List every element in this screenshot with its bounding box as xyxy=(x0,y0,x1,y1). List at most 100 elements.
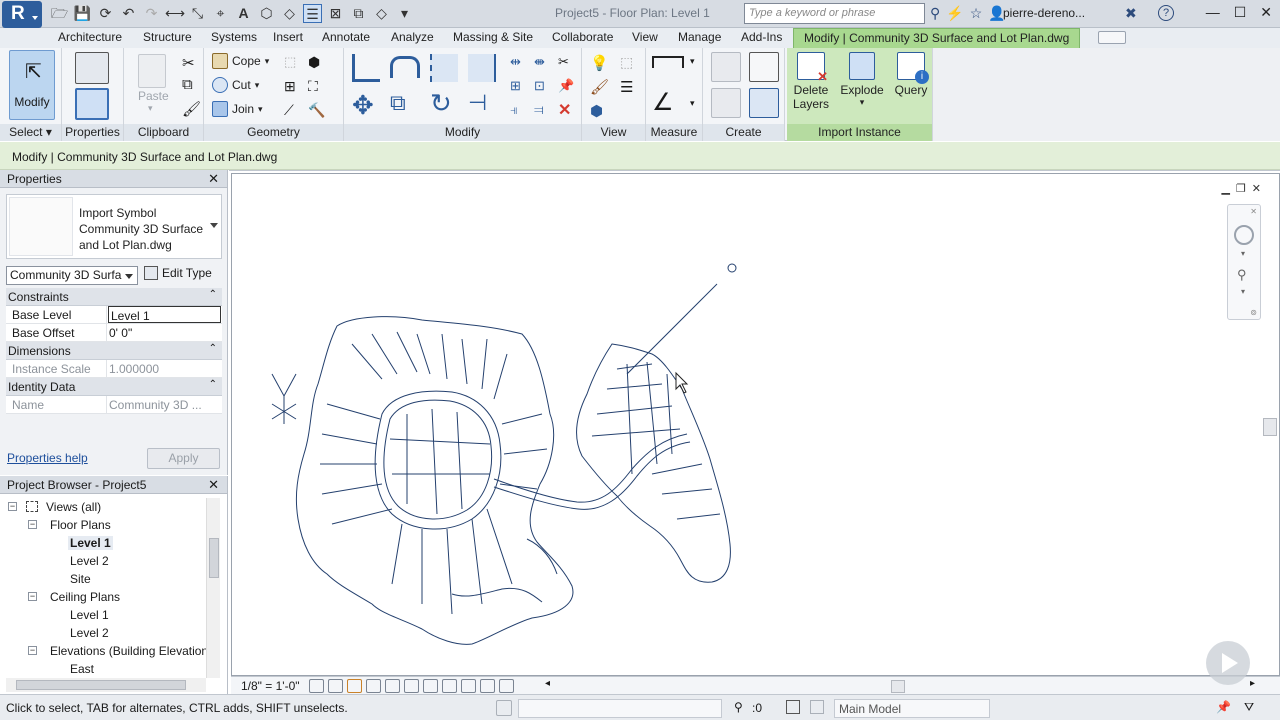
collapse-toggle-icon[interactable]: − xyxy=(8,502,17,511)
rotate-icon[interactable]: ↻ xyxy=(430,88,452,119)
view-minimize-icon[interactable]: ▁ xyxy=(1221,182,1229,195)
zoom-icon[interactable]: ⚲ xyxy=(1237,267,1247,283)
panel-select-label[interactable]: Select ▾ xyxy=(0,124,61,141)
scroll-right-arrow-icon[interactable]: ▸ xyxy=(1250,678,1255,689)
base-offset-field[interactable]: 0' 0" xyxy=(107,324,222,341)
tab-view[interactable]: View xyxy=(632,30,658,44)
measure-qat-icon[interactable]: ⟷ xyxy=(165,4,185,23)
pin-icon[interactable]: 📌 xyxy=(558,78,574,94)
dimension-arrow-icon[interactable]: ▾ xyxy=(690,98,695,109)
move-icon[interactable]: ✥ xyxy=(352,90,374,121)
3d-view-icon[interactable]: ⬡ xyxy=(257,4,276,23)
project-browser-close-icon[interactable]: ✕ xyxy=(208,477,219,493)
type-properties-icon[interactable] xyxy=(75,52,109,84)
type-dropdown-arrow-icon[interactable] xyxy=(210,223,218,228)
tab-manage[interactable]: Manage xyxy=(678,30,721,44)
detail-level-icon[interactable] xyxy=(309,679,324,693)
join-button[interactable]: Join ▾ xyxy=(212,101,263,117)
close-hidden-icon[interactable]: ⊠ xyxy=(326,4,345,23)
tree-item-east[interactable]: East xyxy=(6,660,206,678)
tree-item-site[interactable]: Site xyxy=(6,570,206,588)
redo-icon[interactable]: ↷ xyxy=(142,4,161,23)
scale-icon[interactable]: ⊡ xyxy=(534,78,545,94)
sync-icon[interactable]: ⟳ xyxy=(96,4,115,23)
filter-icon[interactable]: ⛛ xyxy=(1244,700,1254,715)
select-links-icon[interactable] xyxy=(810,700,824,714)
create-similar-icon[interactable] xyxy=(749,88,779,118)
exchange-apps-icon[interactable]: ✖ xyxy=(1125,5,1137,22)
split-icon[interactable]: ⇹ xyxy=(510,54,521,70)
override-graphics-icon[interactable]: ⬚ xyxy=(620,54,633,71)
reveal-hidden-icon[interactable] xyxy=(442,679,457,693)
tab-collaborate[interactable]: Collaborate xyxy=(552,30,613,44)
search-input[interactable]: Type a keyword or phrase xyxy=(744,3,925,24)
default-3d-icon[interactable]: ◇ xyxy=(372,4,391,23)
scroll-thumb[interactable] xyxy=(891,680,905,693)
scroll-thumb[interactable] xyxy=(16,680,186,690)
text-icon[interactable]: A xyxy=(234,4,253,23)
instance-filter-dropdown[interactable]: Community 3D Surfa xyxy=(6,266,138,285)
shadows-icon[interactable] xyxy=(366,679,381,693)
trim-extend-icon[interactable]: ⊣ xyxy=(468,90,487,116)
hide-in-view-icon[interactable]: 💡 xyxy=(590,54,609,72)
mirror-draw-icon[interactable] xyxy=(468,54,496,82)
tab-analyze[interactable]: Analyze xyxy=(391,30,434,44)
navbar-options-icon[interactable]: ⊚ xyxy=(1250,308,1257,317)
filter-icon[interactable]: ⬢ xyxy=(590,102,603,120)
edit-type-button[interactable]: Edit Type xyxy=(144,266,212,280)
match-type-icon[interactable]: 🖌 xyxy=(182,100,201,118)
temporary-hide-icon[interactable] xyxy=(423,679,438,693)
view-window[interactable]: ▁ ❐ ✕ ✕ ▾ ⚲ ▾ ⊚ xyxy=(231,173,1280,676)
split-face-icon[interactable]: ⬚ xyxy=(284,54,296,70)
delete-icon[interactable]: ✕ xyxy=(558,100,571,120)
user-name[interactable]: pierre-dereno... xyxy=(1003,6,1085,20)
copy-icon[interactable]: ⧉ xyxy=(390,90,406,116)
view-close-icon[interactable]: ✕ xyxy=(1252,182,1261,195)
crop-view-icon[interactable] xyxy=(385,679,400,693)
tag-icon[interactable]: ⌖ xyxy=(211,4,230,23)
close-icon[interactable]: ✕ xyxy=(1260,4,1272,21)
worksharing-icon[interactable] xyxy=(496,700,512,716)
tab-structure[interactable]: Structure xyxy=(143,30,192,44)
demolish-icon[interactable]: ⛶ xyxy=(308,78,318,95)
collapse-toggle-icon[interactable]: − xyxy=(28,592,37,601)
constraints-icon[interactable] xyxy=(499,679,514,693)
line-pattern-icon[interactable]: ☰ xyxy=(620,78,633,96)
view-scale[interactable]: 1/8" = 1'-0" xyxy=(241,679,300,693)
aligned-dimension-icon[interactable]: ⤡ xyxy=(188,4,207,23)
drawing-area[interactable]: ▁ ❐ ✕ ✕ ▾ ⚲ ▾ ⊚ 1/8" = 1'-0" ◂ ▸ xyxy=(229,170,1280,695)
tab-add-ins[interactable]: Add-Ins xyxy=(741,30,782,44)
category-identity-data[interactable]: Identity Data ⌃ xyxy=(6,378,222,396)
category-constraints[interactable]: Constraints ⌃ xyxy=(6,288,222,306)
steering-wheel-arrow-icon[interactable]: ▾ xyxy=(1241,249,1245,258)
tree-item-floor-plans[interactable]: − Floor Plans xyxy=(6,516,206,534)
design-options-dropdown[interactable] xyxy=(518,699,722,718)
project-browser-hscroll[interactable] xyxy=(6,678,206,692)
array-icon[interactable]: ⊞ xyxy=(510,78,521,94)
tab-annotate[interactable]: Annotate xyxy=(322,30,370,44)
apply-button[interactable]: Apply xyxy=(147,448,220,469)
create-assembly-icon[interactable] xyxy=(711,88,741,118)
tab-massing-site[interactable]: Massing & Site xyxy=(453,30,533,44)
cope-button[interactable]: Cope ▾ xyxy=(212,53,269,69)
split-gap-icon[interactable]: ⇼ xyxy=(534,54,545,70)
query-button[interactable]: i Query xyxy=(891,52,931,97)
open-icon[interactable]: 🗁 xyxy=(50,4,69,23)
copy-to-clipboard-icon[interactable]: ⧉ xyxy=(182,76,193,93)
show-crop-icon[interactable] xyxy=(404,679,419,693)
canvas-horizontal-scroll[interactable]: ◂ ▸ xyxy=(545,678,1255,693)
properties-close-icon[interactable]: ✕ xyxy=(208,171,219,187)
type-selector[interactable]: Import Symbol Community 3D Surface and L… xyxy=(6,194,222,259)
tab-systems[interactable]: Systems xyxy=(211,30,257,44)
mirror-axis-icon[interactable] xyxy=(430,54,458,82)
properties-icon[interactable] xyxy=(75,88,109,120)
minimize-icon[interactable]: — xyxy=(1206,4,1220,21)
collapse-icon[interactable]: ⌃ xyxy=(209,379,217,390)
video-play-overlay-icon[interactable] xyxy=(1206,641,1250,685)
filter-status-icon[interactable]: ⚲ xyxy=(734,700,743,714)
visual-style-icon[interactable] xyxy=(328,679,343,693)
tree-item-level-1-ceiling[interactable]: Level 1 xyxy=(6,606,206,624)
paint-icon[interactable]: ⬢ xyxy=(308,54,320,71)
project-browser-vscroll[interactable] xyxy=(206,498,220,678)
subscription-icon[interactable]: ⚡ xyxy=(946,5,963,22)
